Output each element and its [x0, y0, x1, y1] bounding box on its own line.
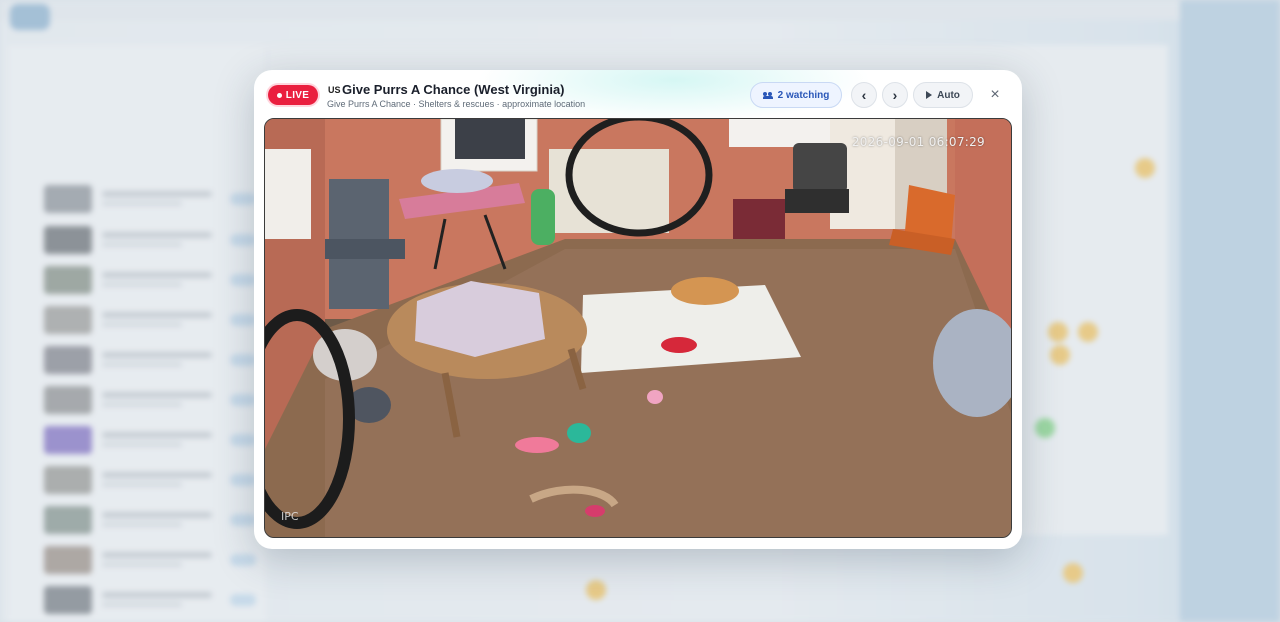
background-list-item — [44, 426, 264, 456]
background-list-item — [44, 346, 264, 376]
previous-stream-button[interactable]: ‹ — [851, 82, 877, 108]
background-list-item — [44, 226, 264, 256]
background-sidebar — [8, 45, 266, 622]
live-label: LIVE — [285, 89, 310, 101]
background-map — [1180, 0, 1280, 622]
background-list-item — [44, 506, 264, 536]
stream-subtitle: Give Purrs A Chance · Shelters & rescues… — [327, 99, 586, 109]
background-map-marker — [1050, 345, 1070, 365]
background-list-item — [44, 386, 264, 416]
stream-modal: LIVE US Give Purrs A Chance (West Virgin… — [254, 70, 1022, 549]
background-topbar — [0, 0, 1280, 20]
background-map-marker — [586, 580, 606, 600]
background-map-marker — [1078, 322, 1098, 342]
background-logo — [10, 4, 50, 30]
background-list-item — [44, 586, 264, 616]
background-map-marker — [1135, 158, 1155, 178]
background-list-item — [44, 466, 264, 496]
close-icon: × — [990, 86, 1000, 103]
background-list-item — [44, 266, 264, 296]
country-code: US — [328, 85, 341, 95]
video-timestamp: 2026-09-01 06:07:29 — [851, 135, 985, 149]
live-badge: LIVE — [268, 85, 318, 105]
next-stream-button[interactable]: › — [882, 82, 908, 108]
chevron-left-icon: ‹ — [861, 87, 867, 103]
live-dot-icon — [276, 92, 282, 98]
background-map-marker — [1063, 563, 1083, 583]
background-list-item — [44, 185, 264, 215]
close-button[interactable]: × — [986, 86, 1004, 104]
people-icon — [762, 91, 773, 99]
background-map-marker — [1048, 322, 1068, 342]
camera-feed — [265, 119, 1011, 537]
camera-watermark: IPC — [281, 510, 299, 523]
watching-label: 2 watching — [777, 89, 830, 101]
watching-button[interactable]: 2 watching — [750, 82, 842, 108]
auto-play-button[interactable]: Auto — [913, 82, 973, 108]
background-list-item — [44, 306, 264, 336]
play-icon — [926, 91, 933, 99]
video-player[interactable]: 2026-09-01 06:07:29 IPC — [264, 118, 1012, 538]
background-list-item — [44, 546, 264, 576]
background-map-marker — [1035, 418, 1055, 438]
auto-label: Auto — [937, 89, 960, 101]
chevron-right-icon: › — [892, 87, 898, 103]
stream-title: Give Purrs A Chance (West Virginia) — [342, 82, 565, 97]
